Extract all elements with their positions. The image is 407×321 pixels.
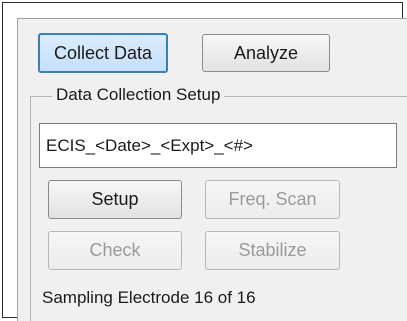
freq-scan-button[interactable]: Freq. Scan [205, 180, 340, 219]
check-button[interactable]: Check [48, 231, 182, 270]
filename-template-field[interactable]: ECIS_<Date>_<Expt>_<#> [39, 123, 397, 168]
analyze-button[interactable]: Analyze [202, 34, 330, 72]
group-label: Data Collection Setup [52, 85, 225, 105]
setup-button[interactable]: Setup [48, 180, 182, 219]
sampling-status-text: Sampling Electrode 16 of 16 [42, 288, 256, 307]
collect-data-button[interactable]: Collect Data [38, 33, 168, 73]
stabilize-button[interactable]: Stabilize [205, 231, 340, 270]
